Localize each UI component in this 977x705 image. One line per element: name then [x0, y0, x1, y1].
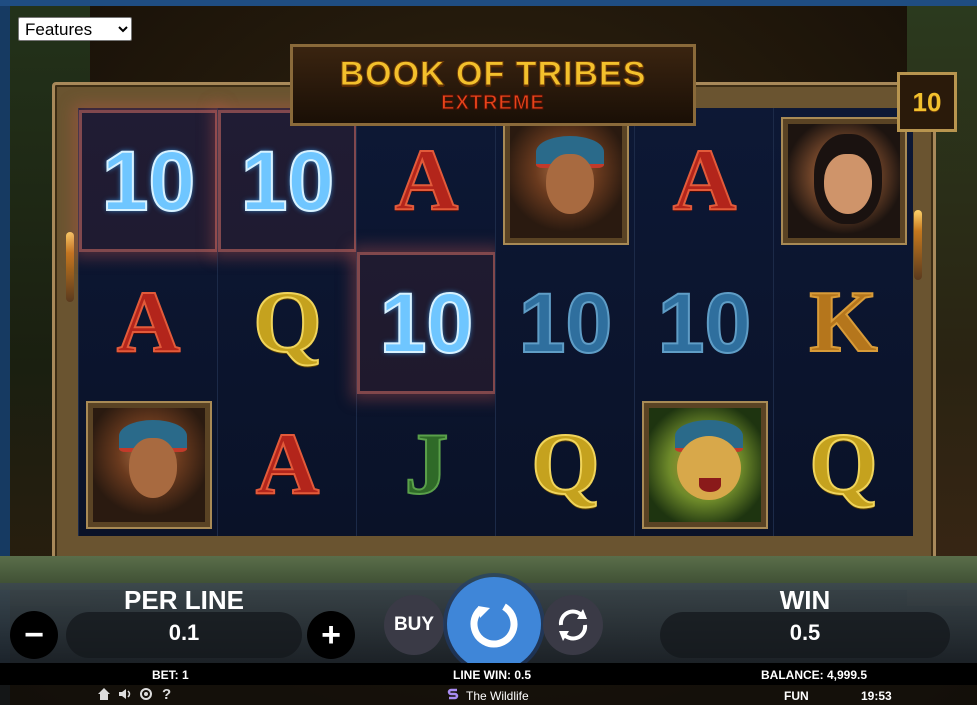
tribal-woman-symbol	[780, 117, 907, 245]
game-subtitle: EXTREME	[441, 92, 545, 115]
symbol-q: Q	[808, 416, 878, 513]
reel-symbol: Q	[496, 394, 635, 536]
reel-symbol	[496, 110, 635, 252]
plus-icon: +	[321, 616, 341, 654]
game-title: BOOK OF TRIBES	[339, 55, 647, 93]
reel-5: A 10	[634, 108, 774, 536]
tribal-man-symbol	[502, 117, 629, 245]
symbol-q: Q	[530, 416, 600, 513]
home-icon[interactable]	[97, 687, 111, 704]
increase-bet-button[interactable]: +	[307, 611, 355, 659]
line-win-amount: LINE WIN: 0.5	[453, 668, 532, 682]
reel-symbol: 10	[79, 110, 218, 252]
free-spins-counter: 10	[897, 72, 957, 132]
symbol-a: A	[672, 132, 738, 229]
torch-right	[914, 210, 922, 280]
per-line-label: PER LINE	[124, 585, 244, 615]
reel-symbol: A	[218, 394, 357, 536]
reel-symbol: Q	[218, 252, 357, 394]
bet-amount: BET: 1	[152, 668, 189, 682]
per-line-value: 0.1	[168, 620, 200, 645]
clock: 19:53	[861, 689, 892, 703]
reel-symbol: 10	[357, 252, 496, 394]
autoplay-button[interactable]	[543, 595, 603, 655]
reel-symbol	[635, 394, 774, 536]
autoplay-icon	[558, 609, 588, 641]
reel-1: 10 A	[78, 108, 218, 536]
minus-icon: −	[24, 616, 44, 654]
decrease-bet-button[interactable]: −	[10, 611, 58, 659]
sound-icon[interactable]	[118, 687, 132, 704]
info-bar: BET: 1 LINE WIN: 0.5 BALANCE: 4,999.5	[0, 663, 977, 685]
reel-6: KQ	[773, 108, 913, 536]
buy-feature-button[interactable]: BUY	[384, 595, 444, 655]
reel-symbol: Q	[774, 394, 913, 536]
jaguar-symbol	[641, 401, 768, 529]
win-label: WIN	[779, 585, 831, 615]
game-mode: FUN	[784, 689, 809, 703]
symbol-a: A	[255, 416, 321, 513]
reel-symbol: J	[357, 394, 496, 536]
balance-amount: BALANCE: 4,999.5	[761, 668, 868, 682]
reel-symbol: A	[79, 252, 218, 394]
reel-symbol: A	[635, 110, 774, 252]
reel-3: A 10 J	[356, 108, 496, 536]
symbol-k: K	[808, 274, 878, 371]
reel-symbol: 10	[218, 110, 357, 252]
reel-area: 10 A 10 Q A A 10 J 10 Q A 10 K Q	[78, 108, 913, 536]
reel-symbol: 10	[496, 252, 635, 394]
symbol-a: A	[394, 132, 460, 229]
settings-icon[interactable]	[139, 687, 153, 704]
symbol-a: A	[116, 274, 182, 371]
reel-symbol: 10	[635, 252, 774, 394]
symbol-10: 10	[518, 276, 613, 370]
win-value: 0.5	[789, 620, 821, 645]
reel-symbol	[79, 394, 218, 536]
reel-4: 10 Q	[495, 108, 635, 536]
help-button[interactable]: ?	[162, 686, 171, 703]
reel-symbol	[774, 110, 913, 252]
torch-left	[66, 232, 74, 302]
game-logo: BOOK OF TRIBES EXTREME	[290, 44, 696, 126]
spin-icon	[470, 600, 518, 648]
reel-symbol: A	[357, 110, 496, 252]
spin-button[interactable]	[447, 577, 541, 671]
reel-2: 10 Q A	[217, 108, 357, 536]
reel-symbol: K	[774, 252, 913, 394]
brand-logo-icon	[446, 687, 460, 704]
features-select[interactable]: Features	[18, 17, 132, 41]
bottom-bar: ? The Wildlife FUN 19:53	[0, 685, 977, 705]
symbol-10: 10	[657, 276, 752, 370]
symbol-q: Q	[252, 274, 322, 371]
symbol-j: J	[404, 416, 450, 513]
tribal-man-symbol	[85, 401, 212, 529]
symbol-10: 10	[240, 134, 335, 228]
brand-name: The Wildlife	[466, 689, 529, 703]
symbol-10: 10	[379, 276, 474, 370]
symbol-10: 10	[101, 134, 196, 228]
